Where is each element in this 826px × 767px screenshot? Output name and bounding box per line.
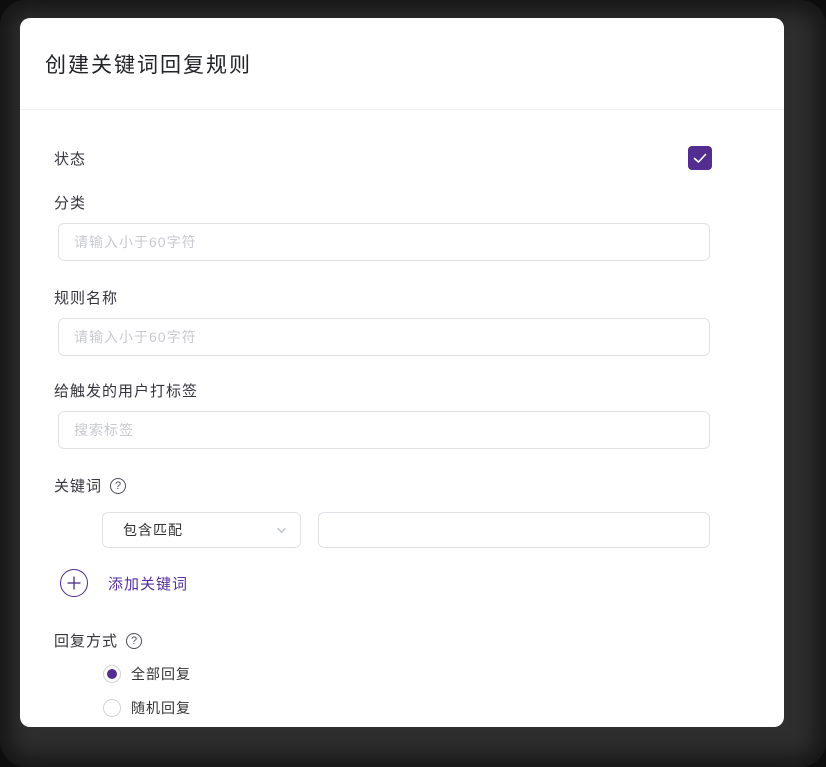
reply-method-field-row: 回复方式 xyxy=(54,630,784,651)
keyword-input-row: 包含匹配 xyxy=(102,512,784,548)
category-label: 分类 xyxy=(54,195,87,212)
status-field-row: 状态 xyxy=(54,146,712,170)
reply-method-label: 回复方式 xyxy=(54,633,119,650)
status-label: 状态 xyxy=(54,150,87,168)
reply-option-all[interactable]: 全部回复 xyxy=(103,664,191,684)
tag-search-input[interactable] xyxy=(58,411,710,449)
keyword-label: 关键词 xyxy=(54,478,103,495)
keyword-value-input[interactable] xyxy=(318,512,710,548)
tag-user-label: 给触发的用户打标签 xyxy=(54,383,199,400)
check-icon xyxy=(693,153,707,163)
keyword-field-row: 关键词 xyxy=(54,475,784,496)
rule-name-label: 规则名称 xyxy=(54,290,119,307)
status-checkbox[interactable] xyxy=(688,146,712,170)
reply-option-radio[interactable] xyxy=(103,699,121,717)
page-title: 创建关键词回复规则 xyxy=(45,53,252,77)
reply-option-radio[interactable] xyxy=(103,665,121,683)
dialog-header: 创建关键词回复规则 xyxy=(20,18,784,110)
create-keyword-rule-dialog: 创建关键词回复规则 状态 分类 规则名称 给触发的用户打标签 关键词 包含匹配 xyxy=(20,18,784,727)
keyword-help-icon[interactable] xyxy=(110,477,127,494)
rule-name-input[interactable] xyxy=(58,318,710,356)
reply-option-label: 随机回复 xyxy=(131,700,191,716)
reply-method-help-icon[interactable] xyxy=(126,632,143,649)
reply-option-label: 全部回复 xyxy=(131,666,191,682)
plus-circle-icon xyxy=(60,569,88,597)
add-keyword-label: 添加关键词 xyxy=(108,575,189,593)
match-type-select[interactable]: 包含匹配 xyxy=(102,512,301,548)
chevron-down-icon xyxy=(277,527,286,533)
category-input[interactable] xyxy=(58,223,710,261)
reply-option-random[interactable]: 随机回复 xyxy=(103,698,191,718)
match-type-value: 包含匹配 xyxy=(123,522,183,538)
add-keyword-button[interactable]: 添加关键词 xyxy=(60,569,188,597)
